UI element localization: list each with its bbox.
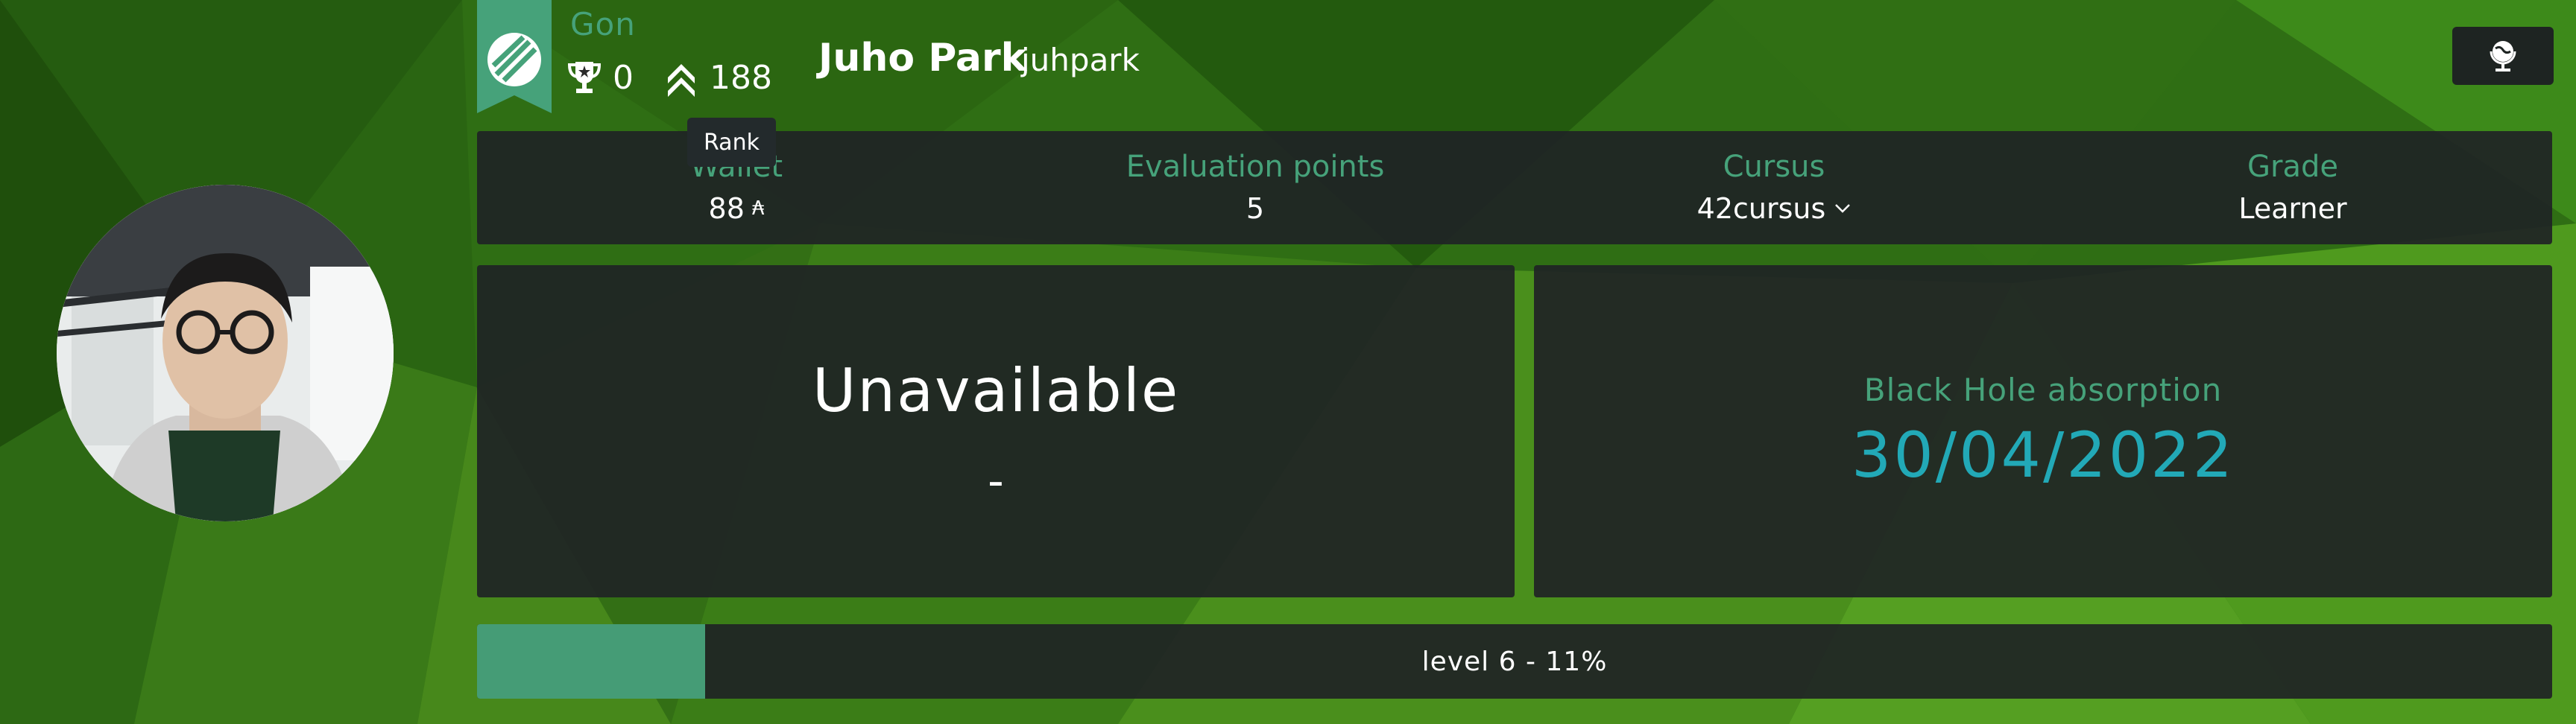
wallet-currency-icon: ₳ — [751, 197, 765, 220]
user-stats: 0 188 — [566, 57, 772, 98]
black-hole-panel: Black Hole absorption 30/04/2022 — [1534, 265, 2552, 597]
level-progress-bar: level 6 - 11% — [477, 624, 2552, 699]
cursus-field: Cursus 42cursus — [1515, 131, 2033, 244]
cursus-label: Cursus — [1723, 150, 1825, 184]
rank-stat[interactable]: 188 — [665, 58, 772, 97]
coalition-name: Gon — [570, 6, 636, 42]
trophy-stat: 0 — [566, 59, 634, 97]
globe-button[interactable] — [2452, 27, 2554, 85]
user-info-bar: Wallet 88 ₳ Evaluation points 5 Cursus 4… — [477, 131, 2552, 244]
level-progress-text: level 6 - 11% — [1421, 646, 1608, 677]
availability-status: Unavailable — [812, 355, 1180, 425]
cursus-select[interactable]: 42cursus — [1697, 188, 1852, 229]
grade-label: Grade — [2247, 150, 2338, 184]
cursus-value: 42cursus — [1696, 192, 1826, 225]
user-display-name: Juho Park — [818, 36, 1027, 80]
evaluation-points-label: Evaluation points — [1126, 150, 1385, 184]
availability-panel: Unavailable - — [477, 265, 1515, 597]
black-hole-label: Black Hole absorption — [1863, 371, 2223, 408]
rank-chevrons-icon — [668, 64, 695, 97]
coalition-banner[interactable] — [477, 0, 552, 113]
avatar — [57, 185, 394, 521]
user-login: juhpark — [1021, 42, 1140, 78]
availability-detail: - — [988, 454, 1004, 507]
trophy-icon — [567, 62, 602, 93]
evaluation-points-field: Evaluation points 5 — [996, 131, 1515, 244]
wallet-amount: 88 — [708, 192, 745, 225]
chevron-down-icon — [1835, 204, 1851, 213]
black-hole-date: 30/04/2022 — [1851, 418, 2235, 492]
evaluation-points-value: 5 — [1246, 192, 1265, 225]
grade-value: Learner — [2238, 192, 2347, 225]
avatar-photo — [57, 185, 394, 521]
trophy-count: 0 — [613, 58, 634, 97]
rank-value: 188 — [710, 58, 772, 97]
rank-tooltip: Rank — [687, 118, 776, 167]
globe-icon — [2490, 41, 2516, 72]
grade-field: Grade Learner — [2033, 131, 2552, 244]
coalition-badge-icon — [477, 0, 552, 113]
wallet-value: 88 ₳ — [709, 188, 765, 229]
